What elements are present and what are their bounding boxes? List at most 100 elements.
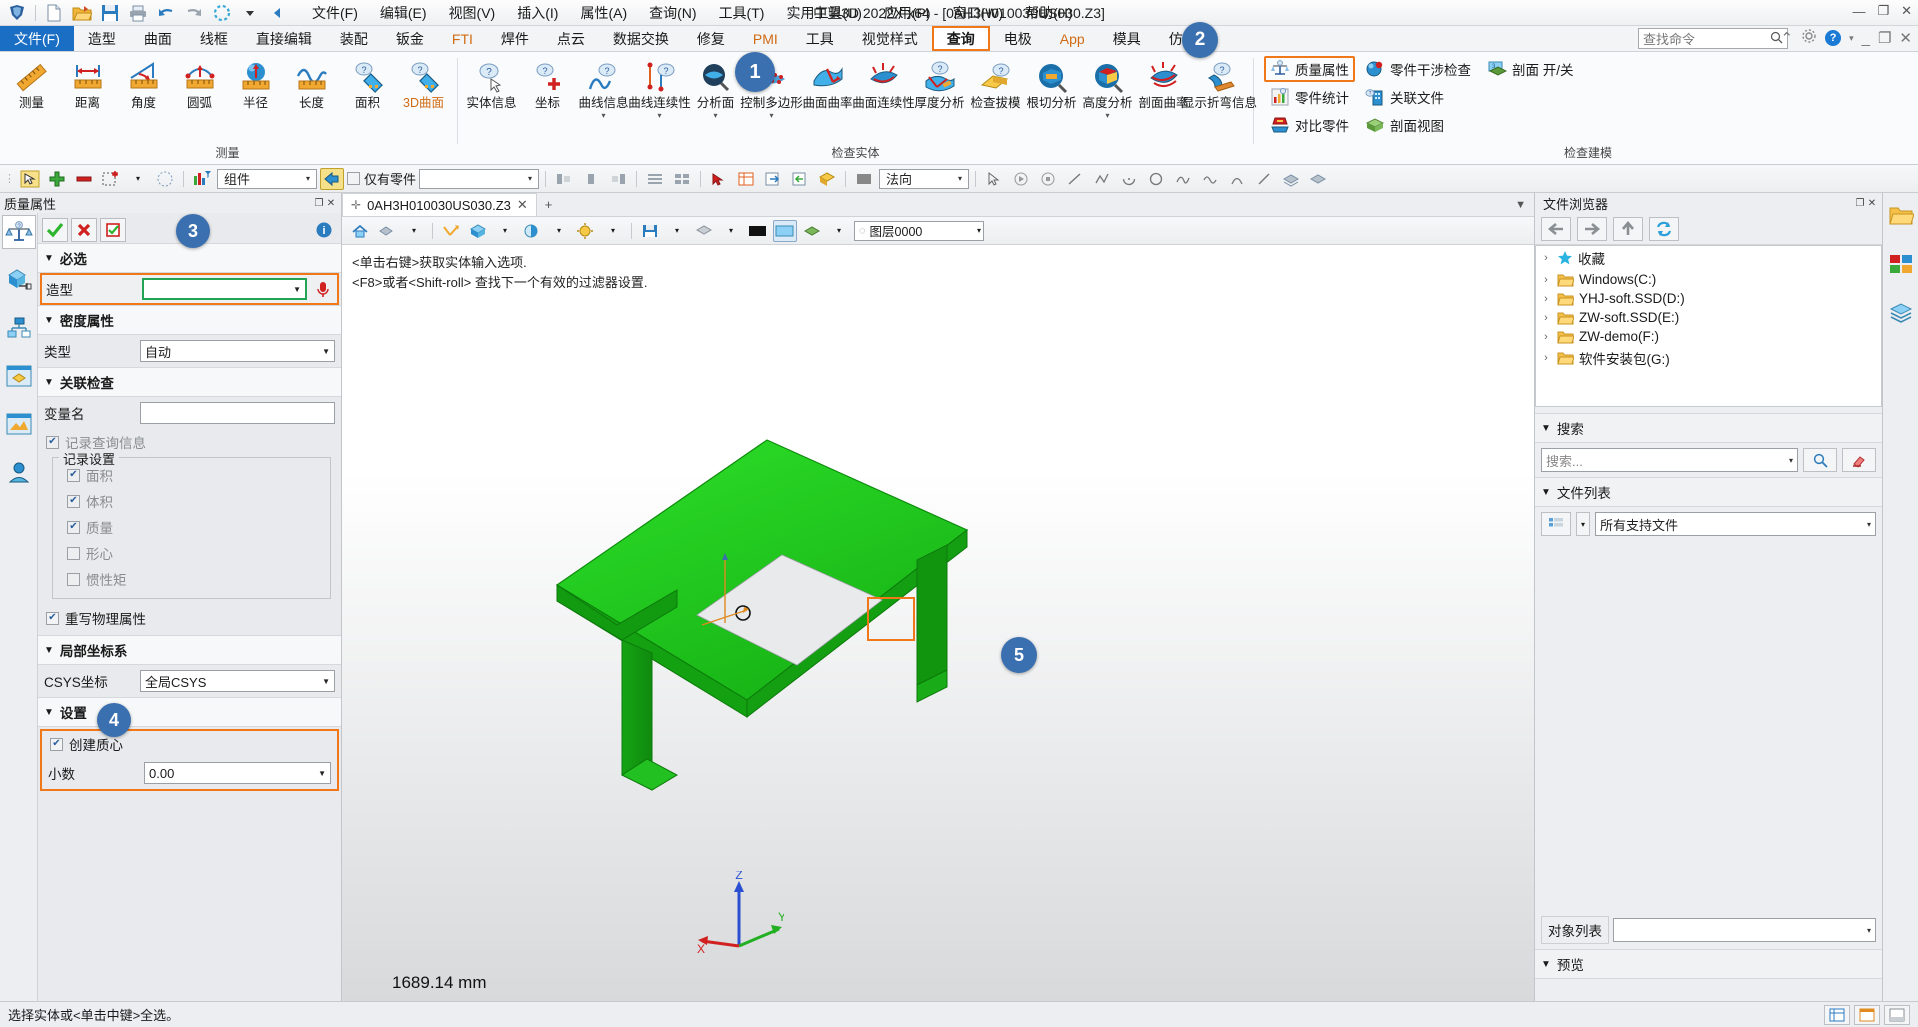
checkbox-box[interactable] <box>67 494 80 508</box>
new-tab-button[interactable]: + <box>537 193 561 216</box>
circle-icon[interactable] <box>1144 168 1168 190</box>
tab-weldment[interactable]: 焊件 <box>487 26 543 51</box>
tab-pmi[interactable]: PMI <box>739 26 792 51</box>
home-view-icon[interactable] <box>348 220 372 242</box>
tab-data-exchange[interactable]: 数据交换 <box>599 26 683 51</box>
ribbon-button-measure[interactable]: 测量 <box>4 57 59 115</box>
shape-input[interactable]: ▼ <box>142 278 307 300</box>
search-button[interactable] <box>1803 448 1837 472</box>
table-icon[interactable] <box>734 168 758 190</box>
chevron-down-icon[interactable]: ▾ <box>1867 926 1871 935</box>
section-preview[interactable]: ▼ 预览 <box>1535 949 1882 979</box>
ribbon-button-radius[interactable]: 半径 <box>228 57 283 115</box>
ribbon-button-section-view[interactable]: 剖面视图 <box>1359 112 1477 138</box>
option-volume-checkbox[interactable]: 体积 <box>59 488 324 514</box>
chevron-down-icon[interactable]: ▼ <box>318 677 330 686</box>
section-file-list[interactable]: ▼ 文件列表 <box>1535 477 1882 507</box>
model-geometry[interactable] <box>447 335 1067 855</box>
chevron-down-icon[interactable]: ▾ <box>126 168 150 190</box>
expand-icon[interactable]: › <box>1540 293 1552 305</box>
package-icon[interactable] <box>815 168 839 190</box>
view-mode-button[interactable] <box>1541 512 1571 536</box>
color-swatch-icon[interactable] <box>852 168 876 190</box>
menu-item-3[interactable]: 插入(I) <box>506 0 569 26</box>
close-icon[interactable]: ✕ <box>517 197 528 213</box>
only-parts-checkbox[interactable]: 仅有零件 <box>347 169 416 188</box>
doc-minimize-button[interactable]: _ <box>1862 30 1870 47</box>
ribbon-button-surface-continuity[interactable]: 曲面连续性 <box>852 57 915 115</box>
menu-item-5[interactable]: 查询(N) <box>638 0 707 26</box>
visibility-icon[interactable] <box>800 220 824 242</box>
save-view-icon[interactable] <box>638 220 662 242</box>
normal-direction-combo[interactable]: 法向 ▾ <box>879 168 970 189</box>
close-button[interactable]: ✕ <box>1901 3 1912 19</box>
chevron-down-icon[interactable]: ▾ <box>1105 111 1109 119</box>
collapse-ribbon-icon[interactable]: ⌃ <box>1781 29 1794 47</box>
file-type-combo[interactable]: 所有支持文件 ▾ <box>1595 512 1876 536</box>
ribbon-button-3d-surface[interactable]: ? 3D曲面 <box>396 57 451 115</box>
tab-file[interactable]: 文件(F) <box>0 26 74 51</box>
ribbon-button-entity-info[interactable]: ? 实体信息 <box>464 57 519 115</box>
tab-modeling[interactable]: 造型 <box>74 26 130 51</box>
object-list-combo[interactable]: ▾ <box>1613 918 1876 942</box>
tree-node-drive-g[interactable]: › 软件安装包(G:) <box>1536 346 1881 370</box>
menu-item-7[interactable]: 实用工具(U) <box>775 0 872 26</box>
help-dropdown-icon[interactable]: ▾ <box>1849 33 1854 44</box>
checkbox-box[interactable] <box>46 611 59 625</box>
import2-icon[interactable] <box>788 168 812 190</box>
tab-repair[interactable]: 修复 <box>683 26 739 51</box>
ribbon-button-linked-file[interactable]: ? 关联文件 <box>1359 84 1477 110</box>
tab-tools[interactable]: 工具 <box>792 26 848 51</box>
back-icon[interactable] <box>1541 216 1571 241</box>
create-centroid-checkbox[interactable]: 创建质心 <box>42 731 337 757</box>
restore-button[interactable]: ❐ <box>1877 3 1889 19</box>
line-icon[interactable] <box>1063 168 1087 190</box>
section-local-csys[interactable]: ▼ 局部坐标系 <box>38 635 341 665</box>
varname-input[interactable] <box>140 402 335 424</box>
open-folder-icon[interactable] <box>69 2 95 24</box>
chevron-down-icon[interactable]: ▼ <box>318 347 330 356</box>
ribbon-button-arc[interactable]: 圆弧 <box>172 57 227 115</box>
option-centroid-checkbox[interactable]: 形心 <box>59 540 324 566</box>
help-icon[interactable]: ? <box>1825 30 1842 46</box>
tab-wireframe[interactable]: 线框 <box>186 26 242 51</box>
option-mass-checkbox[interactable]: 质量 <box>59 514 324 540</box>
checkbox-box[interactable] <box>67 520 80 534</box>
menu-item-4[interactable]: 属性(A) <box>569 0 638 26</box>
menu-item-10[interactable]: 帮助(H) <box>1014 0 1083 26</box>
vtab-component[interactable] <box>2 359 36 393</box>
view-mode-dropdown[interactable]: ▾ <box>1576 512 1590 536</box>
blue-swatch-icon[interactable] <box>773 219 797 242</box>
status-panel-button[interactable] <box>1884 1004 1910 1025</box>
tree-node-drive-d[interactable]: › YHJ-soft.SSD(D:) <box>1536 289 1881 308</box>
save-icon[interactable] <box>97 2 123 24</box>
ribbon-button-bend-info[interactable]: ? 显示折弯信息 <box>1182 57 1257 115</box>
tree-node-drive-e[interactable]: › ZW-soft.SSD(E:) <box>1536 308 1881 327</box>
ribbon-button-curve-info[interactable]: ? 曲线信息 ▾ <box>576 57 631 123</box>
3d-viewport[interactable]: <单击右键>获取实体输入选项. <F8>或者<Shift-roll> 查找下一个… <box>342 245 1534 1001</box>
polyline-icon[interactable] <box>1090 168 1114 190</box>
chevron-down-icon[interactable]: ▾ <box>601 220 625 242</box>
chevron-down-icon[interactable]: ▾ <box>657 111 661 119</box>
chevron-down-icon[interactable]: ▾ <box>402 220 426 242</box>
cancel-button[interactable] <box>71 217 97 242</box>
redo-icon[interactable] <box>181 2 207 24</box>
align-left-icon[interactable] <box>552 168 576 190</box>
print-icon[interactable] <box>125 2 151 24</box>
file-browser-tree[interactable]: › 收藏 › Windows(C:) › YHJ-soft.SSD(D:) › <box>1535 245 1882 407</box>
tab-surface[interactable]: 曲面 <box>130 26 186 51</box>
ribbon-button-part-statistics[interactable]: 零件统计 <box>1264 84 1355 110</box>
grid-view-icon[interactable] <box>670 168 694 190</box>
file-search-input[interactable]: 搜索... ▾ <box>1541 448 1798 472</box>
collapse-panel-icon[interactable]: ▼ <box>1507 193 1534 216</box>
vtab-mass-properties[interactable]: ? <box>1 215 36 249</box>
remove-selection-icon[interactable] <box>72 168 96 190</box>
up-icon[interactable] <box>1613 216 1643 241</box>
document-tab[interactable]: ✛ 0AH3H010030US030.Z3 ✕ <box>342 193 537 216</box>
option-inertia-checkbox[interactable]: 惯性矩 <box>59 566 324 592</box>
expand-icon[interactable]: › <box>1540 252 1552 264</box>
chevron-down-icon[interactable]: ▾ <box>524 174 536 183</box>
tab-sheet-metal[interactable]: 钣金 <box>382 26 438 51</box>
tab-electrode[interactable]: 电极 <box>990 26 1046 51</box>
density-type-combo[interactable]: 自动 ▼ <box>140 340 335 362</box>
